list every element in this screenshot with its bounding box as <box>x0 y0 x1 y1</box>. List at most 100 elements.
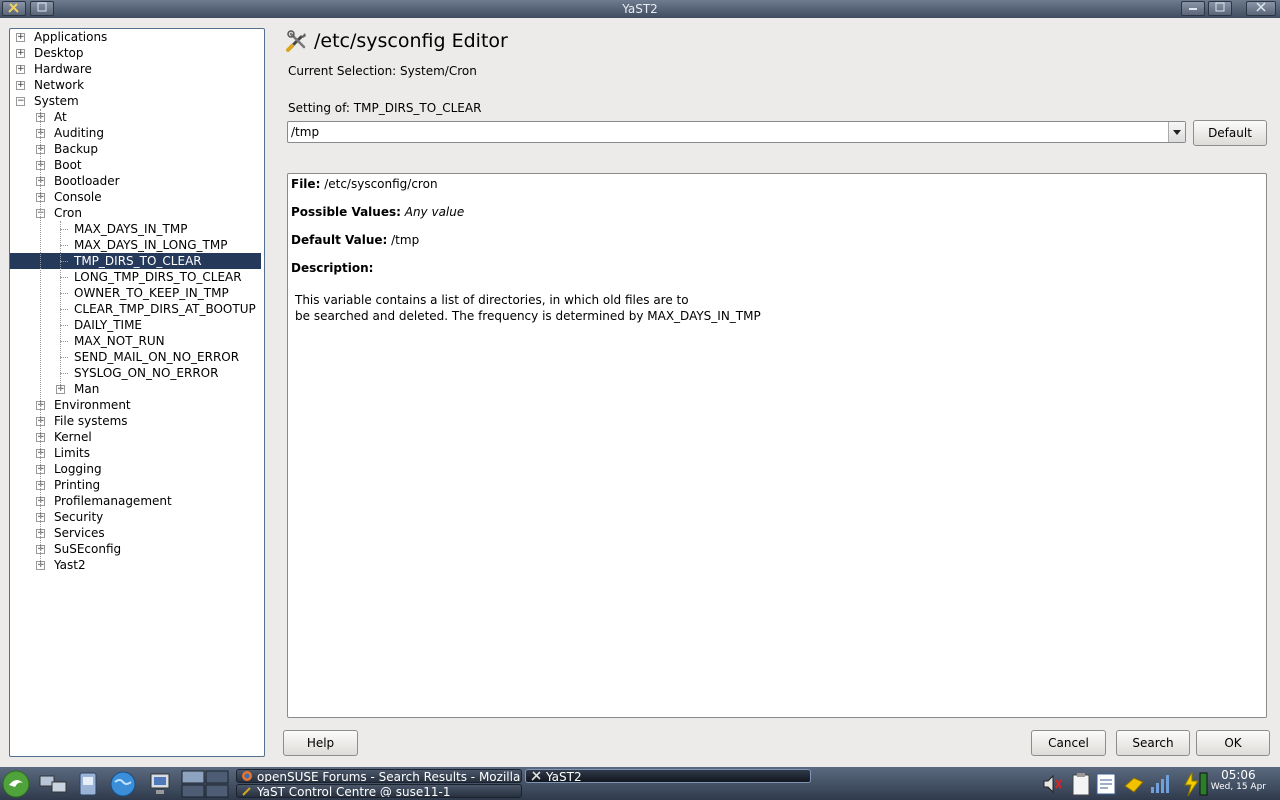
tree-item[interactable]: OWNER_TO_KEEP_IN_TMP <box>10 285 264 301</box>
tree-item[interactable]: + Bootloader <box>10 173 264 189</box>
tree-item[interactable]: MAX_NOT_RUN <box>10 333 264 349</box>
tree-item[interactable]: − Cron <box>10 205 264 221</box>
tree-item[interactable]: MAX_DAYS_IN_LONG_TMP <box>10 237 264 253</box>
tree-item[interactable]: SYSLOG_ON_NO_ERROR <box>10 365 264 381</box>
file-line: File: /etc/sysconfig/cron <box>291 177 438 191</box>
possible-values-line: Possible Values: Any value <box>291 205 464 219</box>
tree-item[interactable]: + Services <box>10 525 264 541</box>
show-desktop-icon[interactable] <box>38 772 70 799</box>
tree-branch-line <box>60 277 68 278</box>
cancel-button[interactable]: Cancel <box>1031 730 1106 756</box>
file-label: File: <box>291 177 321 191</box>
volume-icon[interactable] <box>1040 772 1064 799</box>
task-label: openSUSE Forums - Search Results - Mozil… <box>257 770 521 783</box>
task-yast-control-centre[interactable]: YaST Control Centre @ suse11-1 <box>236 784 522 798</box>
task-yast2[interactable]: YaST2 <box>525 769 811 783</box>
tree-item-label: Console <box>54 190 102 204</box>
tree-item-label: Auditing <box>54 126 105 140</box>
tree-item[interactable]: MAX_DAYS_IN_TMP <box>10 221 264 237</box>
tree-item-label: Hardware <box>34 62 92 76</box>
tree-item[interactable]: CLEAR_TMP_DIRS_AT_BOOTUP <box>10 301 264 317</box>
tree-item[interactable]: + Auditing <box>10 125 264 141</box>
collapse-icon[interactable]: − <box>16 97 25 106</box>
possible-values-label: Possible Values: <box>291 205 401 219</box>
description-line-2: be searched and deleted. The frequency i… <box>295 309 761 323</box>
expand-icon[interactable]: + <box>16 65 25 74</box>
tree-item[interactable]: + Man <box>10 381 264 397</box>
search-button[interactable]: Search <box>1116 730 1190 756</box>
expand-icon[interactable]: + <box>16 81 25 90</box>
tree-item-label: MAX_DAYS_IN_TMP <box>74 222 188 236</box>
tree-guide-line <box>60 221 61 389</box>
tree-item[interactable]: + Limits <box>10 445 264 461</box>
pager-icon[interactable] <box>180 770 230 800</box>
tree-item[interactable]: LONG_TMP_DIRS_TO_CLEAR <box>10 269 264 285</box>
maximize-button[interactable] <box>1208 1 1232 16</box>
task-firefox[interactable]: openSUSE Forums - Search Results - Mozil… <box>236 769 522 783</box>
close-button[interactable] <box>1246 1 1276 16</box>
tree-item[interactable]: + Network <box>10 77 264 93</box>
power-battery-icon[interactable] <box>1180 770 1210 800</box>
file-manager-icon[interactable] <box>76 771 100 800</box>
tree-item-label: Profilemanagement <box>54 494 172 508</box>
tree-item-label: Security <box>54 510 104 524</box>
tree-item[interactable]: + Boot <box>10 157 264 173</box>
tree-branch-line <box>60 261 68 262</box>
tree-item[interactable]: + Yast2 <box>10 557 264 573</box>
tree-branch-line <box>60 309 68 310</box>
tree-item[interactable]: + Kernel <box>10 429 264 445</box>
ok-button[interactable]: OK <box>1196 730 1270 756</box>
network-icon[interactable] <box>146 770 174 800</box>
tree-item[interactable]: TMP_DIRS_TO_CLEAR <box>10 253 261 269</box>
help-button[interactable]: Help <box>283 730 358 756</box>
start-menu-icon[interactable] <box>2 770 30 800</box>
tree-branch-line <box>60 325 68 326</box>
update-applet-icon[interactable] <box>1122 772 1146 799</box>
tree-item[interactable]: − System <box>10 93 264 109</box>
tree-item[interactable]: + Profilemanagement <box>10 493 264 509</box>
expand-icon[interactable]: + <box>16 33 25 42</box>
network-signal-icon[interactable] <box>1148 772 1172 799</box>
yast-icon <box>241 785 253 797</box>
task-label: YaST2 <box>546 770 582 783</box>
clock-date: Wed, 15 Apr <box>1210 782 1266 792</box>
firefox-icon <box>241 770 253 782</box>
possible-values-value: Any value <box>400 205 465 219</box>
notes-icon[interactable] <box>1095 771 1119 800</box>
setting-value-combobox[interactable]: /tmp <box>287 121 1186 143</box>
tree-item[interactable]: + At <box>10 109 264 125</box>
expand-icon[interactable]: + <box>16 49 25 58</box>
chevron-down-icon[interactable] <box>1168 122 1185 142</box>
tools-icon <box>286 30 308 52</box>
tree-branch-line <box>60 357 68 358</box>
tree-item[interactable]: + Desktop <box>10 45 264 61</box>
tree-item-label: Printing <box>54 478 101 492</box>
sysconfig-tree[interactable]: + Applications + Desktop + Hardware + Network − S… <box>9 28 265 757</box>
tree-item[interactable]: + Logging <box>10 461 264 477</box>
tree-item[interactable]: + Hardware <box>10 61 264 77</box>
tree-item-label: MAX_NOT_RUN <box>74 334 165 348</box>
tree-item[interactable]: + SuSEconfig <box>10 541 264 557</box>
tree-item-label: Limits <box>54 446 90 460</box>
tree-item[interactable]: + Applications <box>10 29 264 45</box>
tree-item-label: Applications <box>34 30 108 44</box>
tree-item[interactable]: + Security <box>10 509 264 525</box>
tree-item[interactable]: + Console <box>10 189 264 205</box>
web-browser-icon[interactable] <box>108 770 138 800</box>
tree-item-label: OWNER_TO_KEEP_IN_TMP <box>74 286 229 300</box>
setting-value[interactable]: /tmp <box>291 125 319 139</box>
tree-item-label: Environment <box>54 398 131 412</box>
tree-branch-line <box>60 293 68 294</box>
tree-item-label: SEND_MAIL_ON_NO_ERROR <box>74 350 240 364</box>
window-titlebar[interactable]: YaST2 <box>0 0 1280 18</box>
tree-item[interactable]: + Environment <box>10 397 264 413</box>
tree-item[interactable]: + Printing <box>10 477 264 493</box>
tree-item[interactable]: + File systems <box>10 413 264 429</box>
minimize-button[interactable] <box>1181 1 1205 16</box>
default-button[interactable]: Default <box>1193 120 1267 146</box>
tree-item[interactable]: DAILY_TIME <box>10 317 264 333</box>
tree-item[interactable]: + Backup <box>10 141 264 157</box>
tree-item[interactable]: SEND_MAIL_ON_NO_ERROR <box>10 349 264 365</box>
clipboard-icon[interactable] <box>1070 771 1092 800</box>
clock[interactable]: 05:06 Wed, 15 Apr <box>1211 768 1266 792</box>
